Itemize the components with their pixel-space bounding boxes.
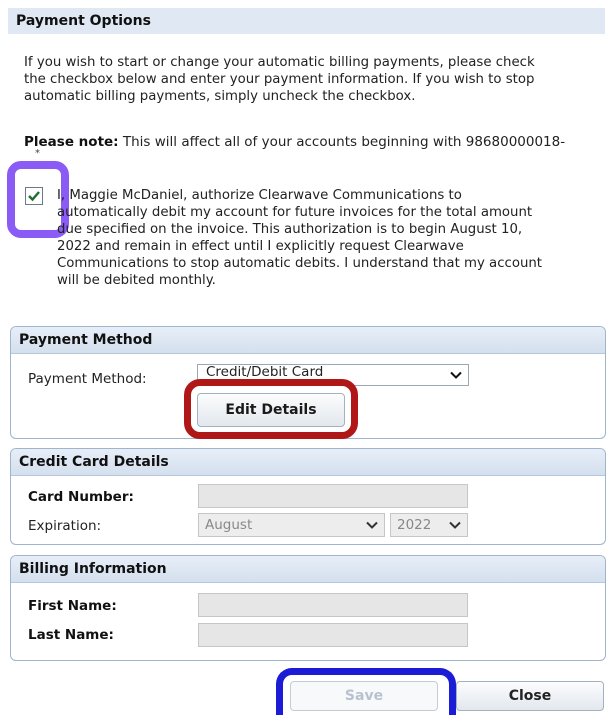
credit-card-header: Credit Card Details <box>11 449 605 476</box>
first-name-input[interactable] <box>198 593 468 617</box>
close-button[interactable]: Close <box>456 681 604 711</box>
please-note: Please note: This will affect all of you… <box>24 134 565 151</box>
payment-method-label: Payment Method: <box>28 371 147 387</box>
authorization-line: due specified on the invoice. This autho… <box>57 222 523 237</box>
authorization-text: I, Maggie McDaniel, authorize Clearwave … <box>57 187 542 289</box>
save-highlight-ring <box>276 668 456 715</box>
first-name-label: First Name: <box>28 598 117 614</box>
expiration-year-value: 2022 <box>397 517 432 533</box>
expiration-year-select[interactable]: 2022 <box>390 513 468 537</box>
authorization-line: I, Maggie McDaniel, authorize Clearwave … <box>57 188 462 203</box>
intro-line: If you wish to start or change your auto… <box>24 55 535 70</box>
edit-details-highlight-ring <box>184 379 358 439</box>
chevron-down-icon <box>450 371 462 379</box>
payment-options-header: Payment Options <box>8 8 605 34</box>
expiration-label: Expiration: <box>28 518 102 534</box>
intro-line: the checkbox below and enter your paymen… <box>24 72 535 87</box>
authorization-line: Communications to stop automatic debits.… <box>57 256 543 271</box>
payment-options-title: Payment Options <box>16 13 151 29</box>
authorization-line: 2022 and remain in effect until I explic… <box>57 239 464 254</box>
authorization-line: will be debited monthly. <box>57 273 216 288</box>
last-name-label: Last Name: <box>28 627 114 643</box>
expiration-month-select[interactable]: August <box>198 513 385 537</box>
last-name-input[interactable] <box>198 623 468 647</box>
intro-text: If you wish to start or change your auto… <box>24 54 535 105</box>
chevron-down-icon <box>449 521 461 529</box>
note-overflow: * <box>35 148 40 159</box>
card-number-label: Card Number: <box>28 489 134 505</box>
billing-information-header: Billing Information <box>11 556 605 583</box>
payment-method-selected: Credit/Debit Card <box>206 364 324 380</box>
authorization-line: automatically debit my account for futur… <box>57 205 533 220</box>
expiration-month-value: August <box>205 517 253 533</box>
payment-method-header: Payment Method <box>11 327 605 354</box>
chevron-down-icon <box>366 521 378 529</box>
intro-line: automatic billing payments, simply unche… <box>24 89 416 104</box>
close-label: Close <box>508 688 552 704</box>
card-number-input[interactable] <box>198 484 468 508</box>
note-text: This will affect all of your accounts be… <box>118 134 566 150</box>
